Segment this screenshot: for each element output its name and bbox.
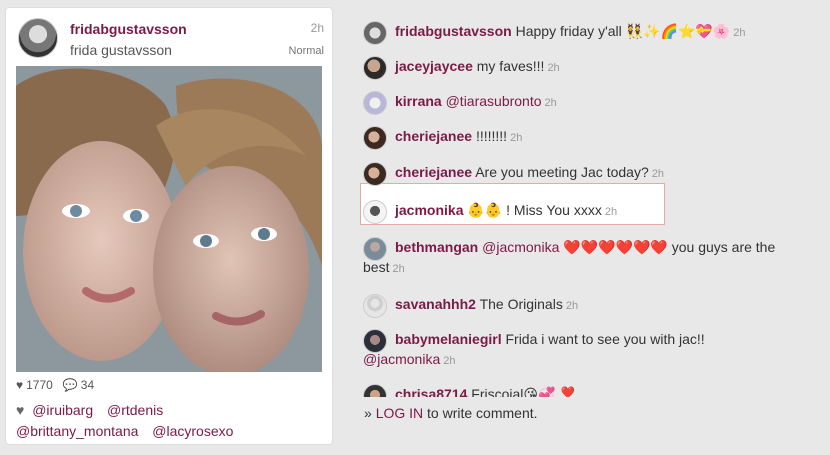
comment-mention[interactable]: @jacmonika	[363, 351, 440, 367]
comment-item: babymelaniegirl Frida i want to see you …	[363, 329, 828, 371]
comment-text: Friscoial😘💞 ❣️	[471, 386, 577, 397]
comment-text: 👶👶 ! Miss You xxxx	[467, 202, 602, 218]
login-arrow: »	[364, 405, 372, 421]
author-username[interactable]: fridabgustavsson	[70, 21, 187, 37]
author-avatar[interactable]	[18, 18, 58, 58]
comment-time: 2h	[733, 27, 746, 39]
filter-label: Normal	[288, 45, 324, 57]
comment-item: cheriejanee !!!!!!!! 2h	[363, 126, 523, 150]
comment-text: The Originals	[479, 296, 563, 312]
post-stats: ♥ 1770 💬 34	[16, 378, 94, 392]
liker-link[interactable]: @rtdenis	[107, 402, 163, 418]
comment-mention[interactable]: @tiarasubronto	[446, 93, 542, 109]
speech-bubble-icon: 💬	[62, 378, 78, 392]
post-photo[interactable]	[16, 66, 322, 372]
post-header: fridabgustavsson frida gustavsson 2h Nor…	[18, 18, 324, 66]
comment-username[interactable]: jaceyjaycee	[395, 58, 473, 74]
login-suffix: to write comment.	[427, 405, 538, 421]
comments-count: 34	[80, 378, 95, 392]
comment-time: 2h	[565, 300, 579, 312]
liker-link[interactable]: @iruibarg	[32, 402, 93, 418]
login-prompt: » LOG IN to write comment.	[364, 405, 538, 421]
comment-username[interactable]: fridabgustavsson	[395, 23, 512, 39]
heart-icon: ♥	[16, 378, 24, 392]
comment-item: chrisa8714 Friscoial😘💞 ❣️	[363, 384, 577, 397]
likes-stat[interactable]: ♥ 1770	[16, 378, 53, 392]
commenter-avatar[interactable]	[363, 237, 387, 261]
comment-time: 2h	[547, 62, 560, 74]
comments-stat[interactable]: 💬 34	[63, 378, 94, 392]
comment-item: jaceyjaycee my faves!!! 2h	[363, 56, 560, 80]
comment-text: Are you meeting Jac today?	[475, 164, 649, 180]
likes-count: 1770	[26, 378, 53, 392]
author-fullname: frida gustavsson	[70, 42, 172, 58]
comment-time: 2h	[651, 168, 664, 180]
comment-username[interactable]: babymelaniegirl	[395, 331, 502, 347]
comment-item: savanahhh2 The Originals 2h	[363, 294, 579, 318]
comment-item: kirrana @tiarasubronto 2h	[363, 91, 557, 115]
liker-link[interactable]: @lacyrosexo	[152, 423, 233, 439]
commenter-avatar[interactable]	[363, 329, 387, 353]
comment-time: 2h	[604, 206, 618, 218]
liker-link[interactable]: @brittany_montana	[16, 423, 138, 439]
commenter-avatar[interactable]	[363, 162, 387, 186]
commenter-avatar[interactable]	[363, 126, 387, 150]
comment-text-continued: best	[363, 259, 390, 275]
comment-text: my faves!!!	[476, 58, 545, 74]
comment-item: bethmangan @jacmonika ❤️❤️❤️❤️❤️❤️ you g…	[363, 237, 828, 279]
post-time: 2h	[310, 21, 324, 35]
comment-time: 2h	[544, 97, 557, 109]
comment-item: jacmonika 👶👶 ! Miss You xxxx 2h	[363, 200, 618, 224]
heart-icon: ♥	[16, 402, 25, 418]
liked-by-list: ♥ @iruibarg @rtdenis @brittany_montana @…	[16, 400, 322, 442]
photo-illustration	[16, 66, 322, 372]
comment-username[interactable]: jacmonika	[395, 202, 463, 218]
comment-username[interactable]: kirrana	[395, 93, 442, 109]
comment-username[interactable]: cheriejanee	[395, 164, 472, 180]
comment-time: 2h	[392, 263, 405, 275]
comment-text: Happy friday y'all 👯✨🌈⭐💝🌸	[515, 23, 731, 39]
comment-username[interactable]: bethmangan	[395, 239, 478, 255]
comment-username[interactable]: chrisa8714	[395, 386, 467, 397]
comment-text: Frida i want to see you with jac!!	[505, 331, 705, 347]
commenter-avatar[interactable]	[363, 91, 387, 115]
comment-time: 2h	[443, 355, 456, 367]
commenter-avatar[interactable]	[363, 294, 387, 318]
comment-text: ❤️❤️❤️❤️❤️❤️ you guys are the	[563, 239, 776, 255]
comment-mention[interactable]: @jacmonika	[482, 239, 559, 255]
commenter-avatar[interactable]	[363, 200, 387, 224]
login-link[interactable]: LOG IN	[376, 405, 423, 421]
commenter-avatar[interactable]	[363, 21, 387, 45]
comment-username[interactable]: savanahhh2	[395, 296, 476, 312]
comment-username[interactable]: cheriejanee	[395, 128, 472, 144]
commenter-avatar[interactable]	[363, 56, 387, 80]
comment-text: !!!!!!!!	[475, 128, 508, 144]
comment-item: cheriejanee Are you meeting Jac today? 2h	[363, 162, 664, 186]
comment-item: fridabgustavsson Happy friday y'all 👯✨🌈⭐…	[363, 21, 746, 45]
comment-time: 2h	[510, 132, 523, 144]
